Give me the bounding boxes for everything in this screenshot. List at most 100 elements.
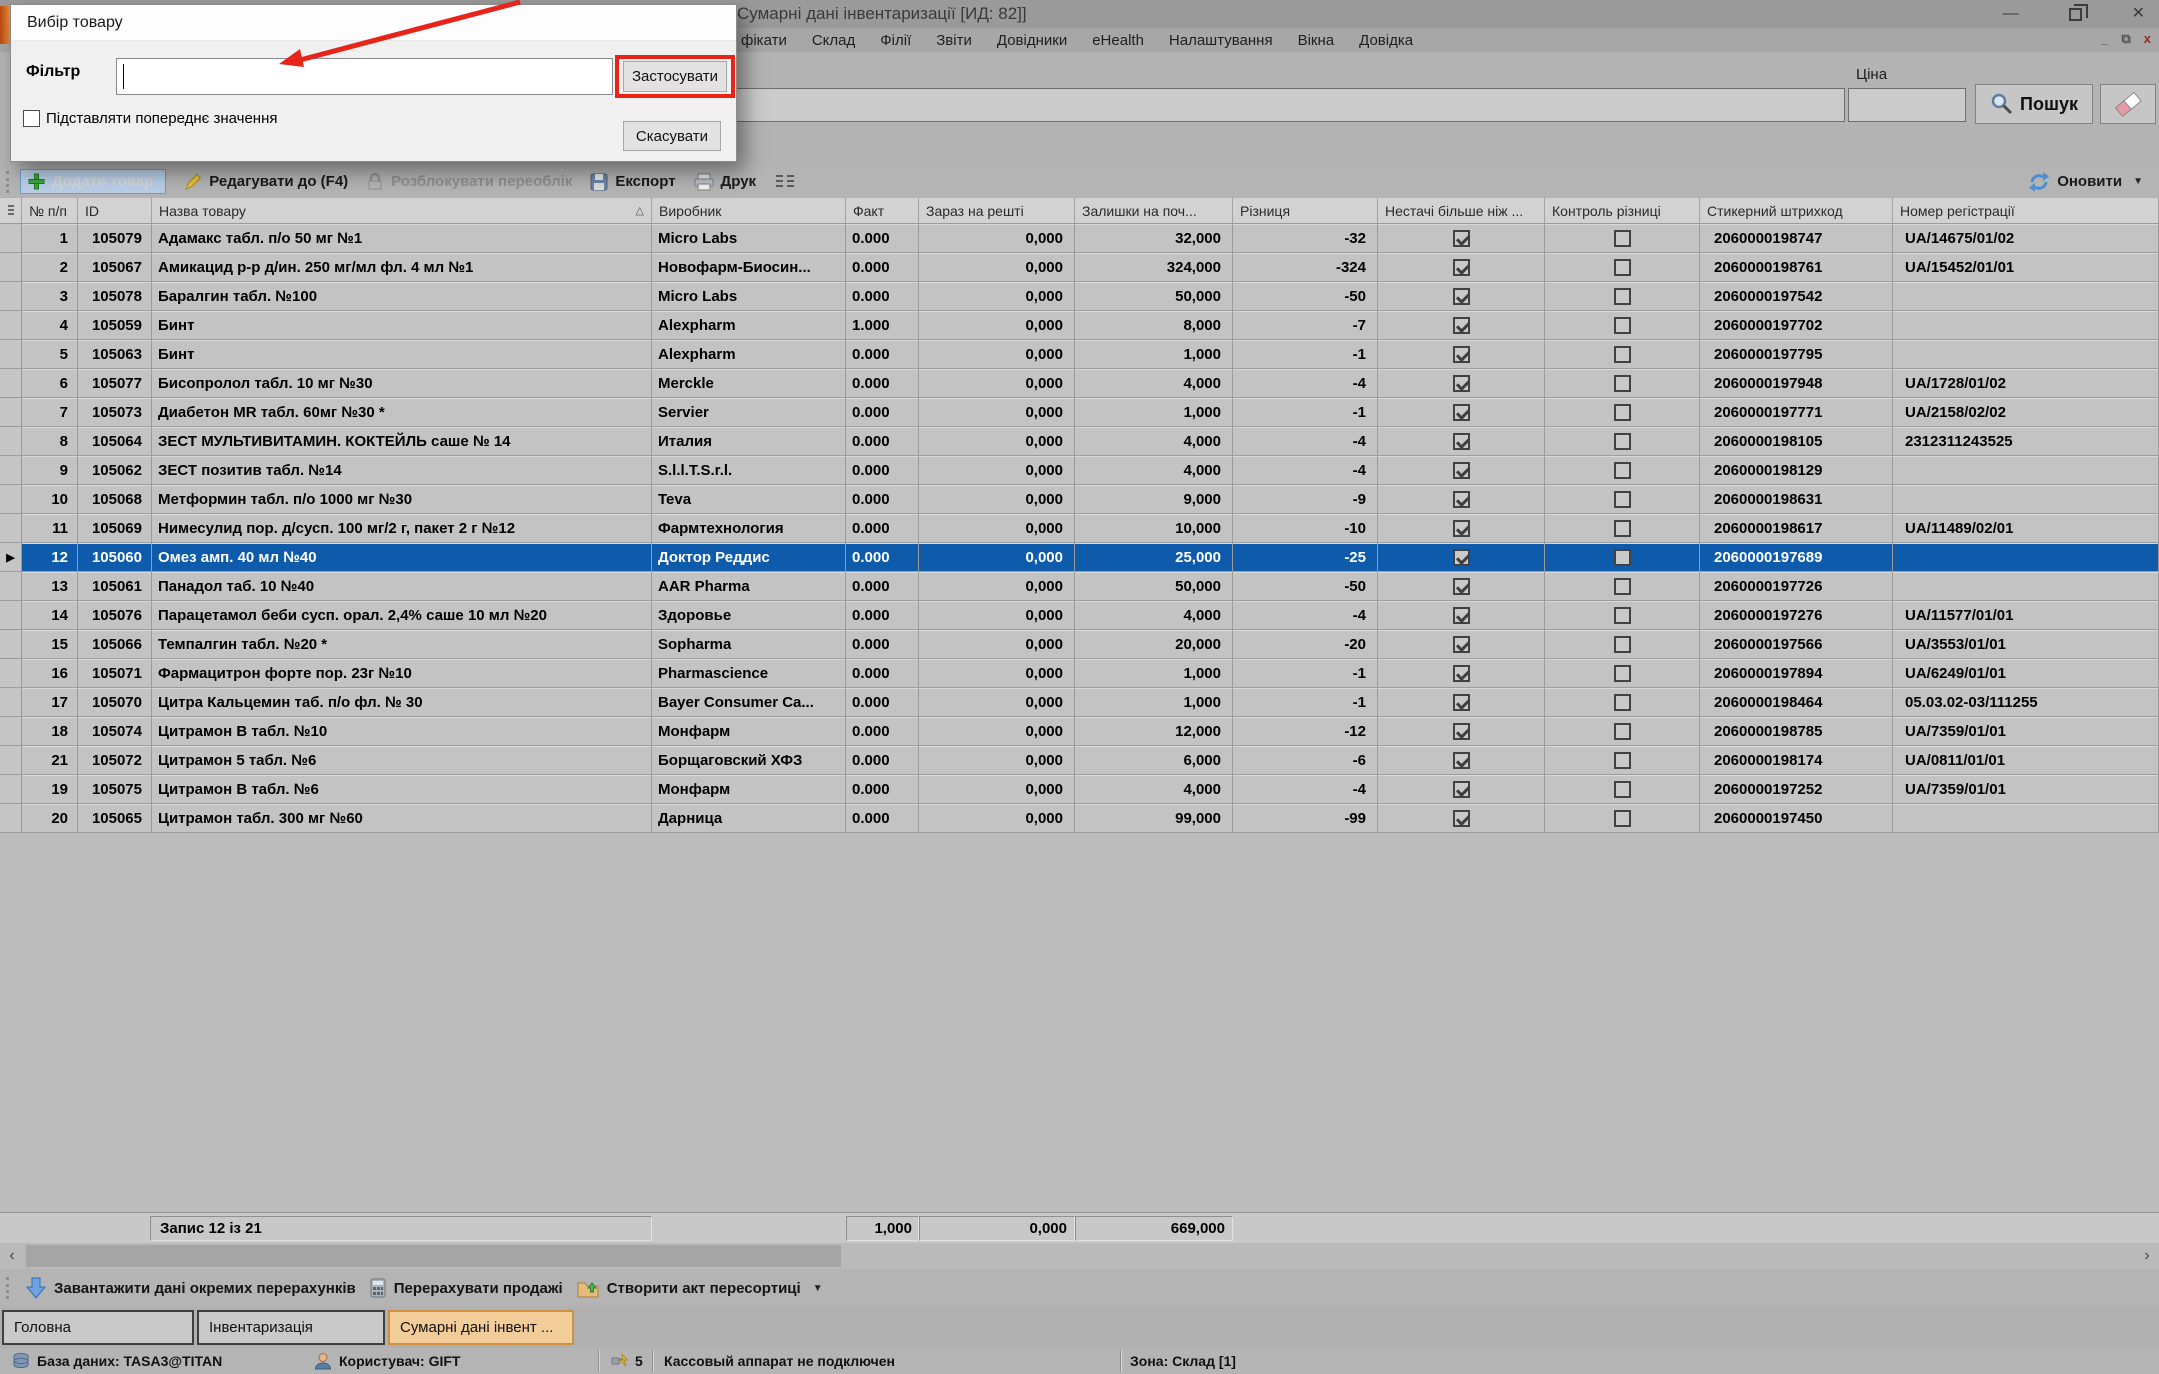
- mdi-restore-icon[interactable]: ⧉: [2121, 31, 2130, 47]
- menu-item-settings[interactable]: Налаштування: [1169, 32, 1273, 49]
- table-row[interactable]: 7 105073 Диабетон MR табл. 60мг №30 * Se…: [0, 398, 2159, 427]
- col-header-diff[interactable]: Різниця: [1233, 198, 1378, 223]
- ctrl-checkbox-icon[interactable]: [1614, 578, 1631, 595]
- search-input[interactable]: [545, 88, 1845, 122]
- table-row[interactable]: 19 105075 Цитрамон В табл. №6 Монфарм 0.…: [0, 775, 2159, 804]
- ctrl-checkbox-icon[interactable]: [1614, 288, 1631, 305]
- need-checkbox-icon[interactable]: [1453, 781, 1470, 798]
- col-header-maker[interactable]: Виробник: [652, 198, 846, 223]
- table-row[interactable]: 2 105067 Амикацид р-р д/ин. 250 мг/мл фл…: [0, 253, 2159, 282]
- table-row[interactable]: 1 105079 Адамакс табл. п/о 50 мг №1 Micr…: [0, 224, 2159, 253]
- menu-item-zvity[interactable]: Звіти: [936, 32, 972, 49]
- col-header-start[interactable]: Залишки на поч...: [1075, 198, 1233, 223]
- column-chooser-icon[interactable]: [774, 174, 796, 190]
- ctrl-checkbox-icon[interactable]: [1614, 607, 1631, 624]
- ctrl-checkbox-icon[interactable]: [1614, 375, 1631, 392]
- need-checkbox-icon[interactable]: [1453, 346, 1470, 363]
- add-product-button[interactable]: Додати товар: [20, 169, 166, 194]
- ctrl-checkbox-icon[interactable]: [1614, 346, 1631, 363]
- need-checkbox-icon[interactable]: [1453, 491, 1470, 508]
- filter-input[interactable]: [116, 58, 613, 95]
- col-header-name[interactable]: Назва товару △: [152, 198, 652, 223]
- ctrl-checkbox-icon[interactable]: [1614, 462, 1631, 479]
- need-checkbox-icon[interactable]: [1453, 636, 1470, 653]
- scroll-left-icon[interactable]: ‹: [0, 1243, 24, 1269]
- restore-icon[interactable]: [2069, 8, 2082, 21]
- ctrl-checkbox-icon[interactable]: [1614, 520, 1631, 537]
- tab-sumarni-dani[interactable]: Сумарні дані інвент ...: [388, 1310, 574, 1345]
- table-row[interactable]: 14 105076 Парацетамол беби сусп. орал. 2…: [0, 601, 2159, 630]
- need-checkbox-icon[interactable]: [1453, 317, 1470, 334]
- table-row[interactable]: 5 105063 Бинт Alexpharm 0.000 0,000 1,00…: [0, 340, 2159, 369]
- create-resort-act-button[interactable]: Створити акт пересортиці ▼: [577, 1278, 823, 1298]
- apply-button[interactable]: Застосувати: [623, 61, 727, 92]
- unlock-recount-button[interactable]: Розблокувати переоблік: [366, 173, 572, 191]
- export-button[interactable]: Експорт: [590, 173, 675, 191]
- menu-item-filii[interactable]: Філії: [880, 32, 911, 49]
- menu-item[interactable]: фікати: [741, 32, 787, 49]
- cancel-button[interactable]: Скасувати: [623, 121, 721, 151]
- need-checkbox-icon[interactable]: [1453, 404, 1470, 421]
- checkbox-icon[interactable]: [23, 110, 40, 127]
- tab-holovna[interactable]: Головна: [2, 1310, 194, 1345]
- ctrl-checkbox-icon[interactable]: [1614, 491, 1631, 508]
- need-checkbox-icon[interactable]: [1453, 549, 1470, 566]
- ctrl-checkbox-icon[interactable]: [1614, 404, 1631, 421]
- table-row[interactable]: 18 105074 Цитрамон В табл. №10 Монфарм 0…: [0, 717, 2159, 746]
- clear-search-button[interactable]: [2100, 84, 2156, 124]
- ctrl-checkbox-icon[interactable]: [1614, 549, 1631, 566]
- search-button[interactable]: Пошук: [1975, 84, 2093, 124]
- menu-item-vikna[interactable]: Вікна: [1298, 32, 1335, 49]
- menu-item-sklad[interactable]: Склад: [812, 32, 855, 49]
- menu-item-dovidnyky[interactable]: Довідники: [997, 32, 1067, 49]
- edit-button[interactable]: Редагувати до (F4): [184, 173, 348, 191]
- dialog-titlebar[interactable]: Вибір товару: [11, 5, 736, 41]
- need-checkbox-icon[interactable]: [1453, 752, 1470, 769]
- col-header-need[interactable]: Нестачі більше ніж ...: [1378, 198, 1545, 223]
- ctrl-checkbox-icon[interactable]: [1614, 636, 1631, 653]
- need-checkbox-icon[interactable]: [1453, 665, 1470, 682]
- table-row[interactable]: 6 105077 Бисопролол табл. 10 мг №30 Merc…: [0, 369, 2159, 398]
- col-header-barcode[interactable]: Стикерний штрихкод: [1700, 198, 1893, 223]
- price-input[interactable]: [1848, 88, 1966, 122]
- remember-previous-checkbox[interactable]: Підставляти попереднє значення: [23, 110, 278, 127]
- print-button[interactable]: Друк: [694, 173, 757, 191]
- refresh-button[interactable]: Оновити ▼: [2028, 172, 2143, 192]
- ctrl-checkbox-icon[interactable]: [1614, 723, 1631, 740]
- table-row[interactable]: 17 105070 Цитра Кальцемин таб. п/о фл. №…: [0, 688, 2159, 717]
- need-checkbox-icon[interactable]: [1453, 462, 1470, 479]
- close-icon[interactable]: ✕: [2132, 6, 2145, 22]
- need-checkbox-icon[interactable]: [1453, 288, 1470, 305]
- col-header-rest[interactable]: Зараз на решті: [919, 198, 1075, 223]
- need-checkbox-icon[interactable]: [1453, 375, 1470, 392]
- tab-inventaryzatsiia[interactable]: Інвентаризація: [197, 1310, 385, 1345]
- table-row[interactable]: 13 105061 Панадол таб. 10 №40 AAR Pharma…: [0, 572, 2159, 601]
- ctrl-checkbox-icon[interactable]: [1614, 433, 1631, 450]
- table-row[interactable]: 8 105064 ЗЕСТ МУЛЬТИВИТАМИН. КОКТЕЙЛЬ са…: [0, 427, 2159, 456]
- table-row[interactable]: 3 105078 Баралгин табл. №100 Micro Labs …: [0, 282, 2159, 311]
- ctrl-checkbox-icon[interactable]: [1614, 259, 1631, 276]
- table-row[interactable]: 12 105060 Омез амп. 40 мл №40 Доктор Ред…: [0, 543, 2159, 572]
- ctrl-checkbox-icon[interactable]: [1614, 230, 1631, 247]
- need-checkbox-icon[interactable]: [1453, 578, 1470, 595]
- need-checkbox-icon[interactable]: [1453, 520, 1470, 537]
- scrollbar-thumb[interactable]: [26, 1245, 841, 1267]
- col-header-ctrl[interactable]: Контроль різниці: [1545, 198, 1700, 223]
- need-checkbox-icon[interactable]: [1453, 259, 1470, 276]
- need-checkbox-icon[interactable]: [1453, 433, 1470, 450]
- ctrl-checkbox-icon[interactable]: [1614, 317, 1631, 334]
- scroll-right-icon[interactable]: ›: [2135, 1243, 2159, 1269]
- table-row[interactable]: 11 105069 Нимесулид пор. д/сусп. 100 мг/…: [0, 514, 2159, 543]
- need-checkbox-icon[interactable]: [1453, 810, 1470, 827]
- menu-item-dovidka[interactable]: Довідка: [1359, 32, 1413, 49]
- need-checkbox-icon[interactable]: [1453, 694, 1470, 711]
- table-row[interactable]: 10 105068 Метформин табл. п/о 1000 мг №3…: [0, 485, 2159, 514]
- ctrl-checkbox-icon[interactable]: [1614, 694, 1631, 711]
- load-recounts-button[interactable]: Завантажити дані окремих перерахунків: [26, 1277, 356, 1299]
- table-row[interactable]: 20 105065 Цитрамон табл. 300 мг №60 Дарн…: [0, 804, 2159, 833]
- table-row[interactable]: 16 105071 Фармацитрон форте пор. 23г №10…: [0, 659, 2159, 688]
- menu-item-ehealth[interactable]: eHealth: [1092, 32, 1144, 49]
- mdi-minimize-icon[interactable]: _: [2101, 31, 2108, 47]
- need-checkbox-icon[interactable]: [1453, 230, 1470, 247]
- recalc-sales-button[interactable]: Перерахувати продажі: [370, 1278, 563, 1298]
